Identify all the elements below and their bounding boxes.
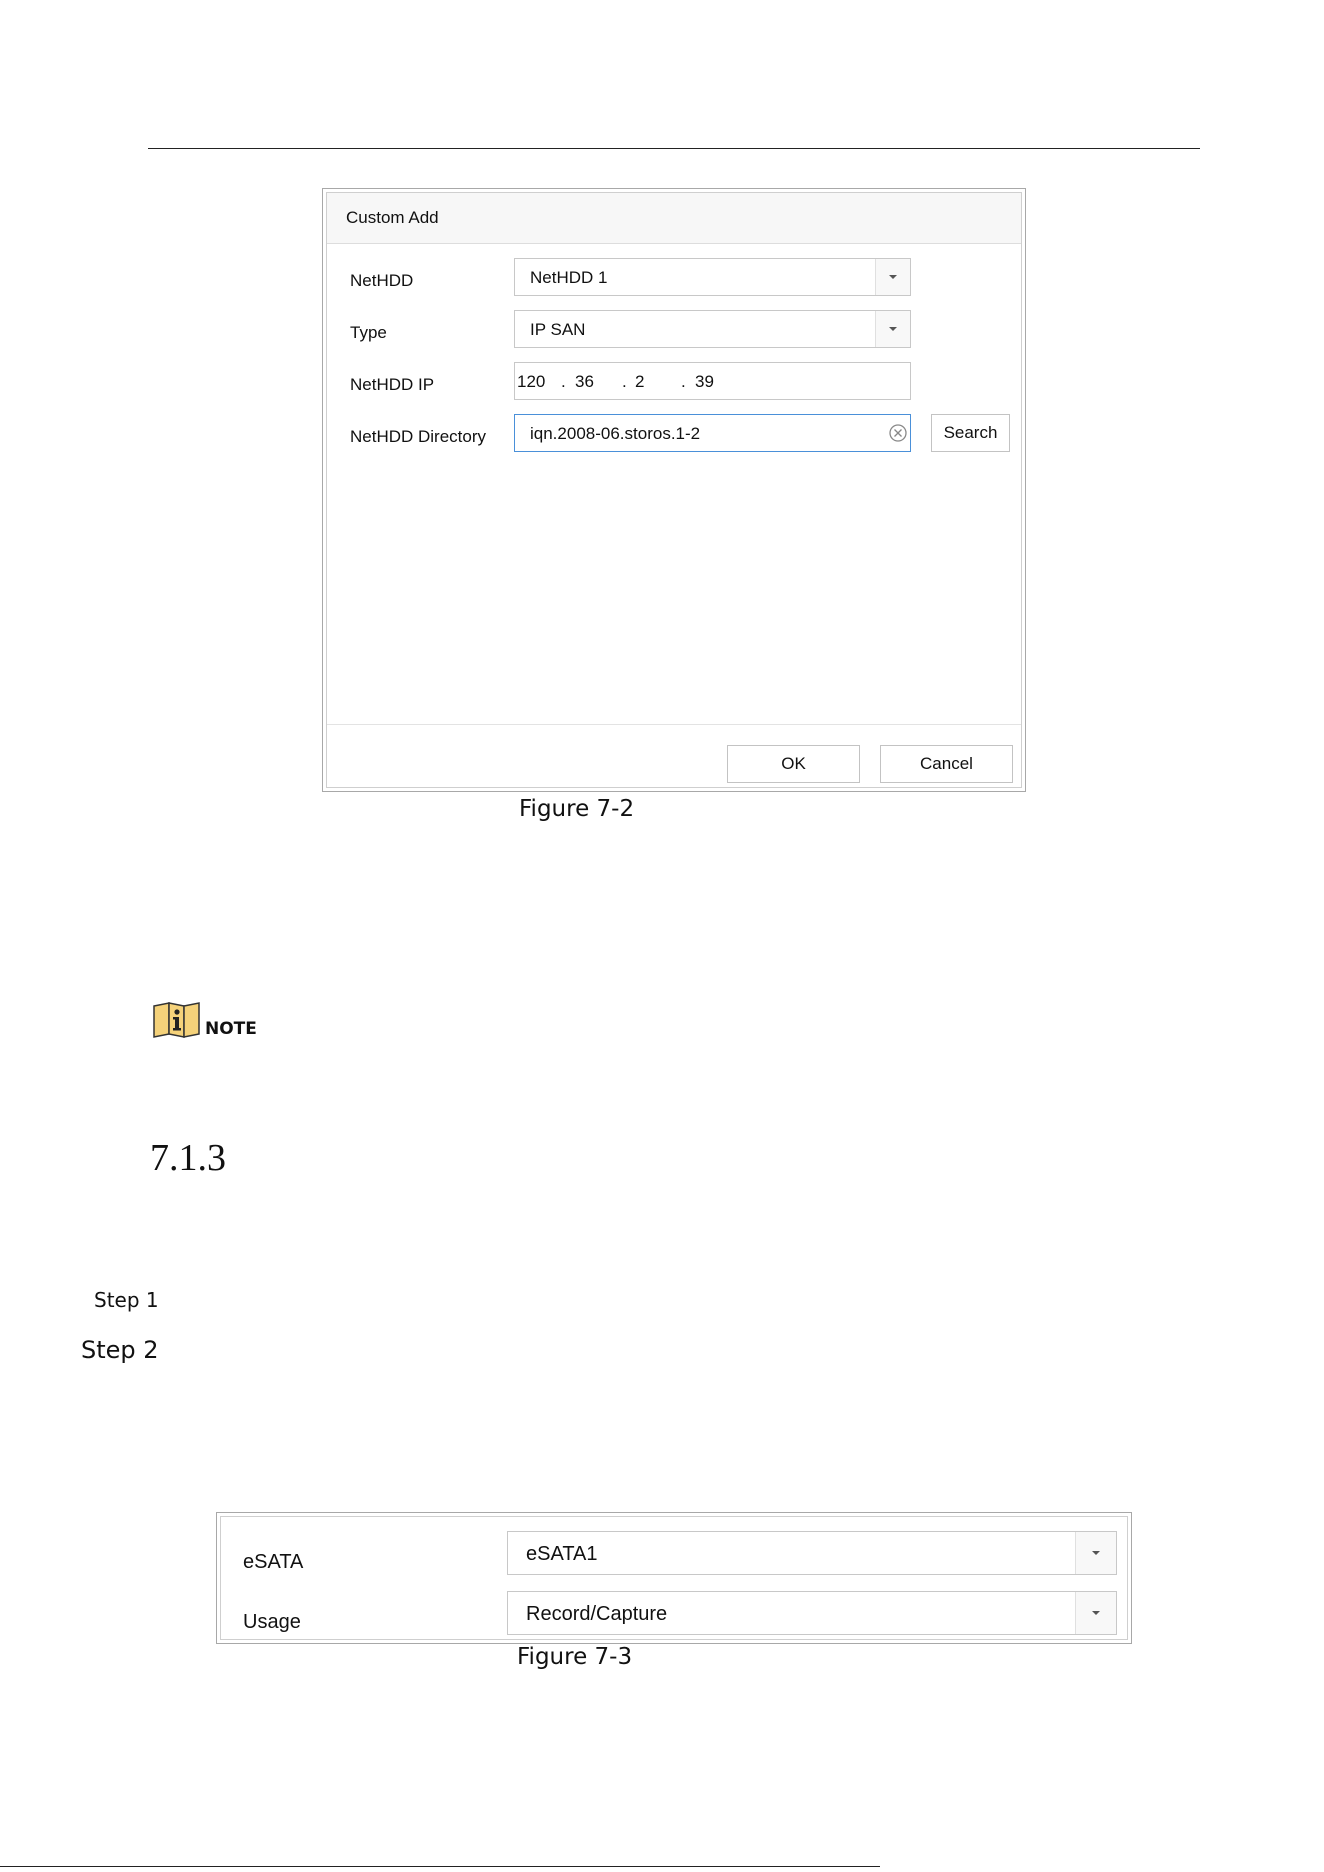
custom-add-dialog: Custom Add NetHDD NetHDD 1 Type IP SAN N… [322,188,1026,792]
figure-caption: Figure 7-2 [519,796,635,822]
usage-select[interactable]: Record/Capture [507,1591,1117,1635]
section-number: 7.1.3 [150,1137,226,1179]
step-1-label: Step 1 [94,1288,159,1312]
search-button[interactable]: Search [931,414,1010,452]
footer-rule [0,1866,880,1867]
esata-select[interactable]: eSATA1 [507,1531,1117,1575]
ip-separator: . [681,372,686,391]
ip-separator: . [622,372,627,391]
nethdd-directory-input[interactable]: iqn.2008-06.storos.1-2 [514,414,911,452]
ip-separator: . [561,372,566,391]
ok-button[interactable]: OK [727,745,860,783]
usage-dropdown-button[interactable] [1075,1592,1116,1634]
type-value: IP SAN [530,320,586,339]
chevron-down-icon [889,327,897,331]
header-rule [148,148,1200,149]
nethdd-label: NetHDD [350,271,414,290]
chevron-down-icon [1092,1611,1100,1615]
nethdd-directory-label: NetHDD Directory [350,427,487,446]
nethdd-directory-value: iqn.2008-06.storos.1-2 [530,424,701,443]
ip-octet-1[interactable]: 120 [517,372,545,392]
chevron-down-icon [889,275,897,279]
ip-octet-4[interactable]: 39 [695,372,714,392]
nethdd-ip-input[interactable]: 120 . 36 . 2 . 39 [514,362,911,400]
usage-label: Usage [243,1611,301,1633]
type-label: Type [350,323,387,342]
usage-value: Record/Capture [526,1603,668,1625]
nethdd-ip-label: NetHDD IP [350,375,435,394]
nethdd-value: NetHDD 1 [530,268,608,287]
info-icon [151,1000,203,1040]
nethdd-select[interactable]: NetHDD 1 [514,258,911,296]
dialog-title-bar: Custom Add [327,193,1021,244]
esata-panel: eSATA eSATA1 Usage Record/Capture [216,1512,1132,1644]
dialog-body: Custom Add NetHDD NetHDD 1 Type IP SAN N… [326,192,1022,788]
esata-value: eSATA1 [526,1543,598,1565]
note-label: NOTE [205,1019,257,1039]
type-select[interactable]: IP SAN [514,310,911,348]
cancel-button[interactable]: Cancel [880,745,1013,783]
ip-octet-3[interactable]: 2 [635,372,644,392]
dialog-title: Custom Add [346,208,439,227]
esata-panel-body: eSATA eSATA1 Usage Record/Capture [220,1516,1128,1640]
clear-icon[interactable] [888,423,908,443]
type-dropdown-button[interactable] [875,311,910,347]
figure-caption: Figure 7-3 [517,1644,633,1670]
esata-dropdown-button[interactable] [1075,1532,1116,1574]
nethdd-dropdown-button[interactable] [875,259,910,295]
ip-octet-2[interactable]: 36 [575,372,594,392]
chevron-down-icon [1092,1551,1100,1555]
dialog-footer-divider [327,724,1021,725]
esata-label: eSATA [243,1551,304,1573]
step-2-label: Step 2 [81,1336,159,1364]
